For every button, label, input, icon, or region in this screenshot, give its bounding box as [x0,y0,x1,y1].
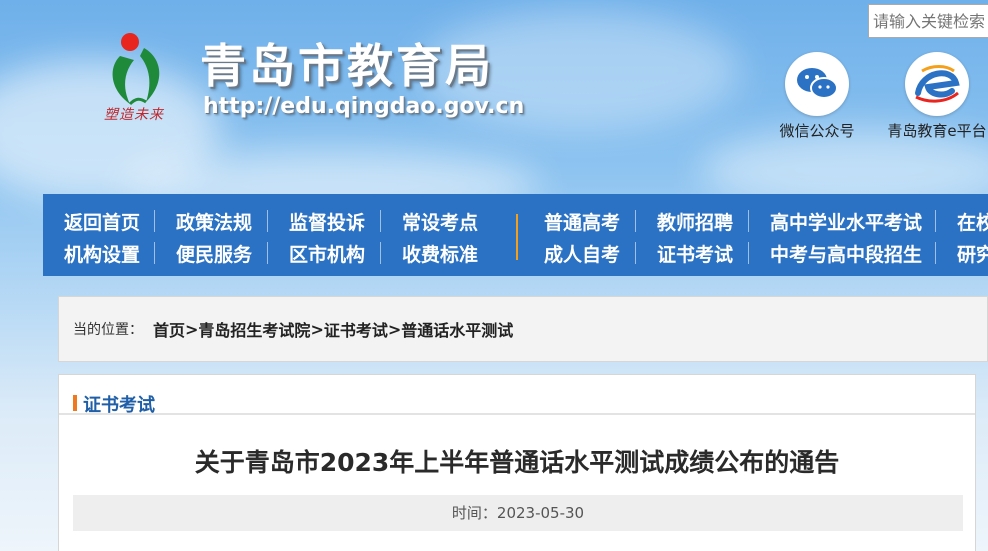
nav-item-fees[interactable]: 收费标准 [402,240,478,267]
nav-item-self-study-exam[interactable]: 成人自考 [544,240,620,267]
breadcrumb-link-home[interactable]: 首页 [153,317,185,341]
nav-item-academic-test[interactable]: 高中学业水平考试 [770,208,922,235]
publish-date: 2023-05-30 [496,504,585,522]
nav-item-research[interactable]: 研究 [957,240,988,267]
breadcrumb-link-mandarin-test[interactable]: 普通话水平测试 [401,317,513,341]
section-title[interactable]: 证书考试 [83,391,155,417]
nav-item-certificate-exam[interactable]: 证书考试 [657,240,733,267]
nav-divider [935,242,936,264]
nav-divider [380,210,381,232]
nav-item-teacher-recruitment[interactable]: 教师招聘 [657,208,733,235]
nav-group-divider [516,214,518,260]
site-logo[interactable]: 塑造未来 [100,18,180,124]
section-header: 证书考试 [59,375,975,417]
date-label: 时间： [451,504,497,522]
nav-item-gaokao[interactable]: 普通高考 [544,208,620,235]
breadcrumb-link-exam-institute[interactable]: 青岛招生考试院 [198,317,310,341]
nav-divider [267,210,268,232]
e-platform-link[interactable]: 青岛教育e平台 [882,52,988,141]
nav-divider [748,242,749,264]
nav-item-district-orgs[interactable]: 区市机构 [289,240,365,267]
site-title[interactable]: 青岛市教育局 [200,30,494,96]
nav-item-organization[interactable]: 机构设置 [64,240,140,267]
section-accent-bar [73,395,77,411]
breadcrumb-label: 当的位置： [73,322,143,338]
nav-divider [267,242,268,264]
search-input[interactable] [868,4,988,38]
main-nav: 返回首页 政策法规 监督投诉 常设考点 普通高考 教师招聘 高中学业水平考试 在… [43,194,988,276]
nav-divider [635,242,636,264]
nav-divider [748,210,749,232]
wechat-icon [785,52,849,116]
article-panel: 证书考试 关于青岛市2023年上半年普通话水平测试成绩公布的通告 时间：2023… [58,374,976,551]
nav-item-in-school[interactable]: 在校 [957,208,988,235]
nav-divider [635,210,636,232]
breadcrumb-separator: > [310,319,324,339]
breadcrumb-link-certificate-exam[interactable]: 证书考试 [324,317,388,341]
nav-divider [380,242,381,264]
e-platform-icon [905,52,969,116]
breadcrumb: 当的位置： 首页 > 青岛招生考试院 > 证书考试 > 普通话水平测试 [58,296,988,362]
logo-slogan: 塑造未来 [104,107,164,123]
nav-item-complaints[interactable]: 监督投诉 [289,208,365,235]
nav-item-home[interactable]: 返回首页 [64,208,140,235]
nav-item-services[interactable]: 便民服务 [176,240,252,267]
nav-divider [154,210,155,232]
nav-item-exam-sites[interactable]: 常设考点 [402,208,478,235]
e-platform-label: 青岛教育e平台 [887,122,987,140]
article-meta: 时间：2023-05-30 [73,495,963,531]
breadcrumb-separator: > [387,319,402,339]
nav-divider [935,210,936,232]
wechat-label: 微信公众号 [779,122,855,140]
nav-divider [154,242,155,264]
breadcrumb-separator: > [185,319,199,339]
article-title: 关于青岛市2023年上半年普通话水平测试成绩公布的通告 [194,448,840,477]
site-url: http://edu.qingdao.gov.cn [203,94,525,119]
nav-item-zhongkao[interactable]: 中考与高中段招生 [770,240,922,267]
wechat-official-account-link[interactable]: 微信公众号 [762,52,872,141]
nav-item-policy[interactable]: 政策法规 [176,208,252,235]
